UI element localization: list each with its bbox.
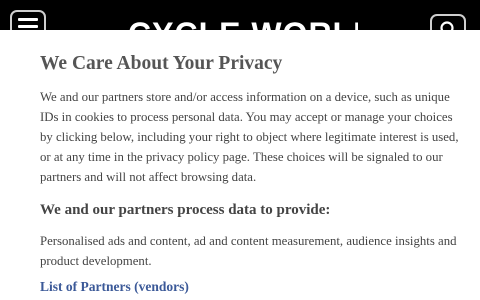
privacy-title: We Care About Your Privacy: [40, 53, 283, 74]
vendors-list-link[interactable]: List of Partners (vendors): [40, 277, 189, 297]
data-purposes-heading: We and our partners process data to prov…: [40, 202, 331, 218]
data-purposes-text: Personalised ads and content, ad and con…: [40, 234, 457, 268]
privacy-consent-dialog: We Care About Your Privacy We and our pa…: [0, 30, 480, 300]
hamburger-menu-icon: [18, 17, 38, 21]
privacy-description: We and our partners store and/or access …: [40, 90, 459, 184]
menu-icon-bar: [18, 24, 38, 28]
